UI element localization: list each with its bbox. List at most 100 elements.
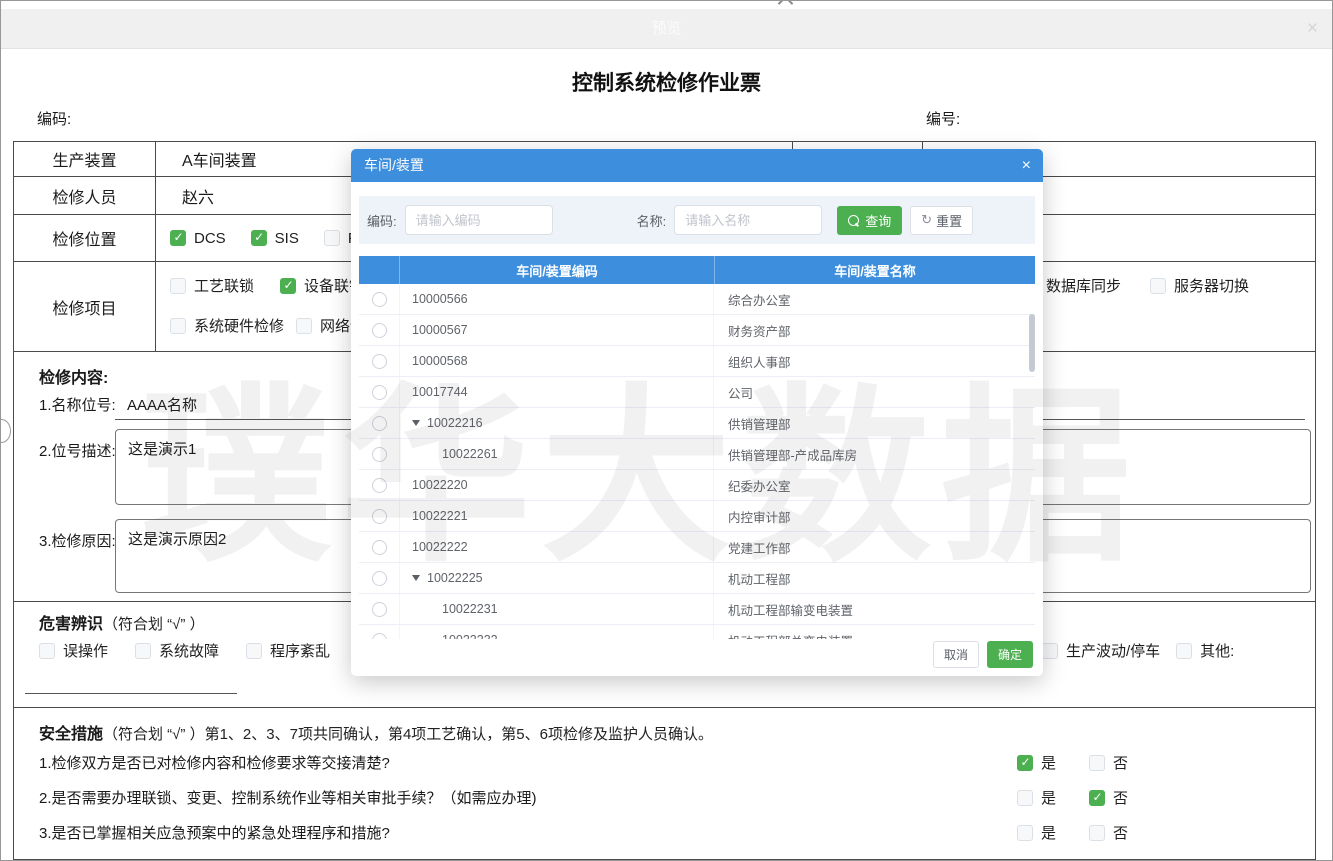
- checkbox-icon[interactable]: [246, 643, 262, 659]
- titlebar: 预览 ×: [1, 9, 1332, 49]
- checkbox-option[interactable]: 误操作: [39, 640, 108, 661]
- checkbox-icon[interactable]: [39, 643, 55, 659]
- no-checkbox[interactable]: 否: [1089, 752, 1128, 773]
- radio-button[interactable]: [372, 323, 387, 338]
- table-row[interactable]: 10022222党建工作部: [359, 532, 1035, 563]
- table-row[interactable]: 10000567财务资产部: [359, 315, 1035, 346]
- checkbox-option[interactable]: 其他:: [1176, 640, 1234, 661]
- name-text: 机动工程部总变电装置: [728, 631, 853, 640]
- checkbox-checked-icon[interactable]: [251, 230, 267, 246]
- checkbox-checked-icon[interactable]: [1017, 755, 1033, 771]
- radio-button[interactable]: [372, 571, 387, 586]
- number-label: 编号:: [926, 108, 960, 129]
- radio-button[interactable]: [372, 633, 387, 640]
- radio-button[interactable]: [372, 540, 387, 555]
- cancel-button[interactable]: 取消: [933, 641, 979, 668]
- checkbox-icon[interactable]: [170, 318, 186, 334]
- yes-checkbox[interactable]: 是: [1017, 857, 1056, 861]
- no-checkbox[interactable]: 否: [1089, 857, 1128, 861]
- radio-cell: [359, 625, 400, 639]
- yes-checkbox[interactable]: 是: [1017, 787, 1056, 808]
- yes-checkbox[interactable]: 是: [1017, 752, 1056, 773]
- code-text: 10017744: [412, 385, 468, 399]
- checkbox-option[interactable]: 工艺联锁: [170, 275, 254, 296]
- code-cell: 10022222: [400, 532, 714, 562]
- section-title: 危害辨识（符合划 “√” ）: [39, 610, 205, 634]
- checkbox-label: 系统硬件检修: [194, 315, 284, 336]
- dialog-close-icon[interactable]: ×: [1022, 149, 1031, 182]
- search-button[interactable]: 查询: [837, 206, 902, 235]
- radio-button[interactable]: [372, 509, 387, 524]
- radio-column-header: [359, 256, 400, 284]
- name-cell: 机动工程部: [714, 563, 1035, 593]
- checkbox-label: 是: [1041, 857, 1056, 861]
- checkbox-checked-icon[interactable]: [170, 230, 186, 246]
- radio-button[interactable]: [372, 354, 387, 369]
- table-row[interactable]: 10022232 机动工程部总变电装置: [359, 625, 1035, 639]
- code-text: 10022232: [442, 633, 498, 639]
- window-close-icon[interactable]: ×: [1307, 9, 1318, 48]
- checkbox-icon[interactable]: [1017, 790, 1033, 806]
- checkbox-icon[interactable]: [296, 318, 312, 334]
- tree-expand-icon[interactable]: [412, 575, 420, 581]
- tag-name-value: AAAA名称: [127, 394, 197, 415]
- scrollbar-thumb[interactable]: [1029, 314, 1035, 372]
- table-row[interactable]: 10022220纪委办公室: [359, 470, 1035, 501]
- checkbox-label: 是: [1041, 787, 1056, 808]
- checkbox-option[interactable]: DCS: [170, 230, 226, 247]
- table-row[interactable]: 10022261供销管理部-产成品库房: [359, 439, 1035, 470]
- table-row[interactable]: 10022225机动工程部: [359, 563, 1035, 594]
- no-checkbox[interactable]: 否: [1089, 787, 1128, 808]
- hazard-subtitle: （符合划 “√” ）: [103, 616, 205, 633]
- checkbox-icon[interactable]: [1150, 278, 1166, 294]
- code-cell: 10022225: [400, 563, 714, 593]
- name-text: 供销管理部: [728, 414, 791, 433]
- table-row[interactable]: 10022231机动工程部输变电装置: [359, 594, 1035, 625]
- table-row[interactable]: 10022221内控审计部: [359, 501, 1035, 532]
- filter-code-label: 编码:: [367, 211, 397, 230]
- checkbox-option[interactable]: SIS: [251, 230, 299, 247]
- checkbox-checked-icon[interactable]: [280, 278, 296, 294]
- code-text: 10022221: [412, 509, 468, 523]
- checkbox-icon[interactable]: [1089, 755, 1105, 771]
- reset-button[interactable]: ↻重置: [910, 206, 973, 235]
- radio-button[interactable]: [372, 447, 387, 462]
- no-checkbox[interactable]: 否: [1089, 822, 1128, 843]
- radio-cell: [359, 470, 400, 500]
- checkbox-icon[interactable]: [1176, 643, 1192, 659]
- table-row[interactable]: 10022216供销管理部: [359, 408, 1035, 439]
- checkbox-option[interactable]: 系统硬件检修: [170, 315, 284, 336]
- dialog-filter-bar: 编码: 名称: 查询 ↻重置: [359, 196, 1035, 244]
- checkbox-icon[interactable]: [1042, 643, 1058, 659]
- safety-question-row: 3.是否已掌握相关应急预案中的紧急处理程序和措施?是否: [39, 822, 1295, 842]
- checkbox-icon[interactable]: [170, 278, 186, 294]
- checkbox-icon[interactable]: [135, 643, 151, 659]
- filter-name-input[interactable]: [674, 205, 822, 235]
- radio-button[interactable]: [372, 385, 387, 400]
- filter-code-input[interactable]: [405, 205, 553, 235]
- radio-button[interactable]: [372, 602, 387, 617]
- checkbox-icon[interactable]: [1017, 825, 1033, 841]
- checkbox-icon[interactable]: [324, 230, 340, 246]
- yes-checkbox[interactable]: 是: [1017, 822, 1056, 843]
- checkbox-icon[interactable]: [1089, 825, 1105, 841]
- radio-button[interactable]: [372, 416, 387, 431]
- item-options-line2: 系统硬件检修网络设备: [170, 315, 380, 336]
- tree-expand-icon[interactable]: [412, 420, 420, 426]
- yes-no-group: 是否: [1017, 822, 1128, 843]
- checkbox-option[interactable]: 生产波动/停车: [1042, 640, 1160, 661]
- radio-button[interactable]: [372, 478, 387, 493]
- checkbox-option[interactable]: 程序紊乱: [246, 640, 330, 661]
- search-icon: [848, 215, 859, 226]
- checkbox-option[interactable]: 服务器切换: [1150, 275, 1249, 296]
- radio-button[interactable]: [372, 292, 387, 307]
- checkbox-checked-icon[interactable]: [1089, 790, 1105, 806]
- table-row[interactable]: 10017744公司: [359, 377, 1035, 408]
- checkbox-option[interactable]: 系统故障: [135, 640, 219, 661]
- confirm-button[interactable]: 确定: [987, 641, 1033, 668]
- code-text: 10022231: [442, 602, 498, 616]
- table-header: 车间/装置编码 车间/装置名称: [359, 256, 1035, 284]
- drawer-handle[interactable]: [0, 419, 11, 443]
- table-row[interactable]: 10000566综合办公室: [359, 284, 1035, 315]
- table-row[interactable]: 10000568组织人事部: [359, 346, 1035, 377]
